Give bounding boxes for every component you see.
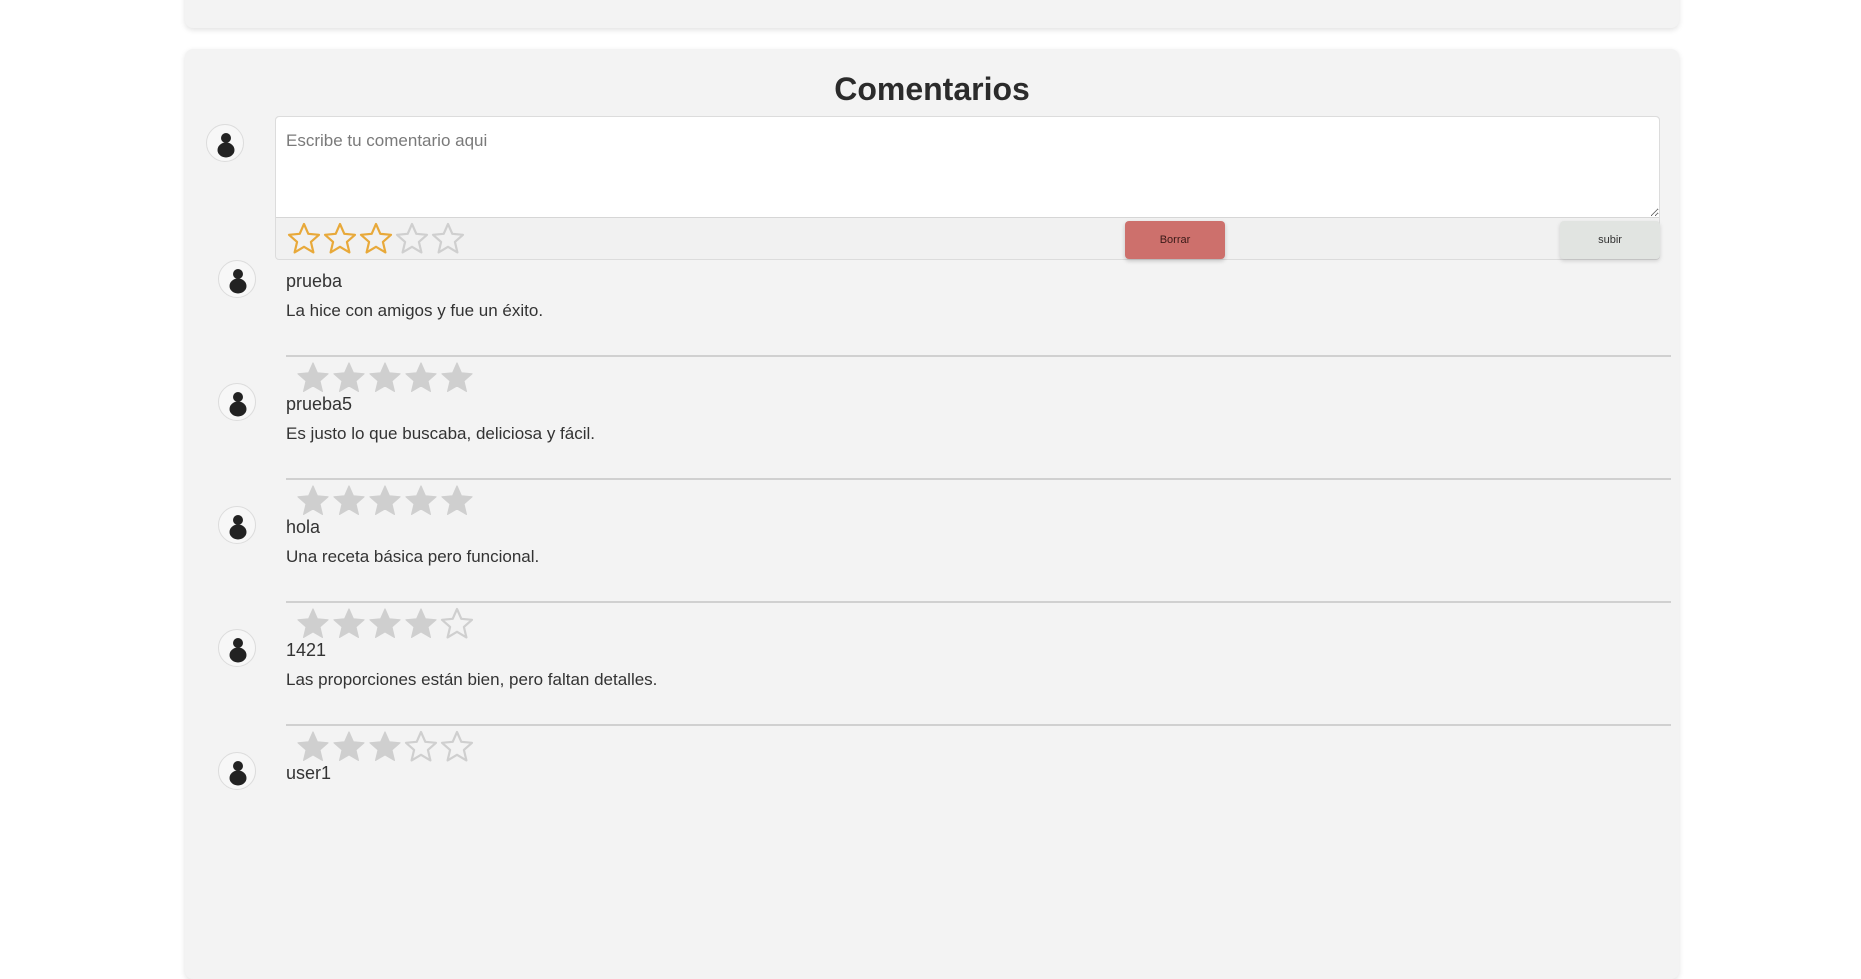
comment-username: prueba	[286, 271, 343, 291]
previous-section-card	[185, 0, 1679, 28]
rating-input[interactable]	[286, 221, 466, 257]
submit-button[interactable]: subir	[1560, 221, 1660, 259]
user-avatar-icon	[218, 383, 256, 421]
delete-button[interactable]: Borrar	[1125, 221, 1225, 259]
comments-section: Comentarios Borrar subir prueba La hice c…	[185, 49, 1679, 979]
star-empty-icon[interactable]	[394, 221, 430, 257]
comment-divider	[286, 355, 1671, 357]
comment-username: hola	[286, 517, 321, 537]
comment-item: user1	[185, 752, 1679, 898]
comments-title: Comentarios	[834, 71, 1030, 107]
comment-username: user1	[286, 763, 332, 783]
comment-divider	[286, 724, 1671, 726]
star-filled-icon[interactable]	[358, 221, 394, 257]
star-filled-icon[interactable]	[322, 221, 358, 257]
comment-text: Las proporciones están bien, pero faltan…	[286, 670, 658, 689]
user-avatar-icon	[218, 506, 256, 544]
comment-divider	[286, 601, 1671, 603]
star-filled-icon[interactable]	[286, 221, 322, 257]
comment-composer: Borrar subir	[275, 116, 1660, 260]
comment-username: 1421	[286, 640, 327, 660]
user-avatar-icon	[218, 260, 256, 298]
user-avatar-icon	[218, 752, 256, 790]
user-avatar-icon	[218, 629, 256, 667]
comment-text: Es justo lo que buscaba, deliciosa y fác…	[286, 424, 596, 443]
user-avatar-icon	[206, 124, 244, 162]
star-empty-icon[interactable]	[430, 221, 466, 257]
comment-divider	[286, 478, 1671, 480]
comment-text: Una receta básica pero funcional.	[286, 547, 540, 566]
comment-input[interactable]	[276, 117, 1659, 218]
comment-text: La hice con amigos y fue un éxito.	[286, 301, 544, 320]
comment-username: prueba5	[286, 394, 353, 414]
